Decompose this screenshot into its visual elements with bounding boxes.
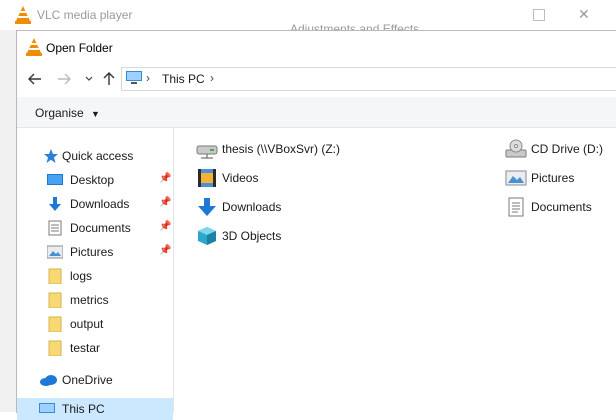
organise-label: Organise — [35, 106, 84, 120]
item-label: Pictures — [531, 171, 575, 185]
this-pc-icon — [39, 403, 55, 413]
sidebar-item-metrics[interactable]: metrics — [17, 289, 173, 311]
chevron-down-icon — [85, 76, 93, 81]
path-chevron-icon[interactable]: › — [210, 71, 214, 85]
content-pane: thesis (\\VBoxSvr) (Z:) Videos Downloads… — [174, 128, 616, 413]
star-icon — [44, 149, 58, 163]
item-label: Videos — [222, 171, 259, 185]
videos-icon — [198, 169, 216, 187]
folder-icon — [48, 316, 62, 332]
sidebar-item-this-pc[interactable]: This PC — [17, 398, 173, 420]
address-bar[interactable]: › This PC › — [121, 67, 616, 91]
navigation-pane: Quick access Desktop 📌 Downloads 📌 Docum… — [17, 128, 174, 420]
sidebar-item-documents[interactable]: Documents 📌 — [17, 217, 173, 239]
back-button[interactable] — [26, 70, 44, 88]
up-arrow-icon — [103, 72, 115, 85]
sidebar-item-label: Documents — [70, 221, 131, 235]
command-bar: Organise ▼ — [17, 97, 616, 128]
cloud-icon — [40, 375, 57, 386]
forward-arrow-icon — [58, 73, 71, 85]
dialog-title: Open Folder — [46, 41, 113, 55]
item-label: 3D Objects — [222, 229, 282, 243]
sidebar-item-label: metrics — [70, 293, 109, 307]
downloads-icon — [49, 197, 61, 211]
onedrive-label: OneDrive — [62, 373, 113, 387]
sidebar-item-testar[interactable]: testar — [17, 337, 173, 359]
maximize-button[interactable] — [533, 9, 545, 21]
sidebar-item-label: Downloads — [70, 197, 130, 211]
open-folder-dialog: Open Folder › This PC › Organise ▼ Quick… — [16, 30, 616, 420]
pin-icon: 📌 — [159, 173, 172, 184]
3d-objects-icon — [198, 227, 216, 245]
pin-icon: 📌 — [159, 245, 172, 256]
sidebar-item-logs[interactable]: logs — [17, 265, 173, 287]
documents-icon — [48, 220, 62, 236]
pictures-icon — [505, 170, 527, 186]
vlc-titlebar: VLC media player Adjustments and Effects… — [0, 0, 616, 36]
pin-icon: 📌 — [159, 221, 172, 232]
sidebar-item-output[interactable]: output — [17, 313, 173, 335]
item-label: CD Drive (D:) — [531, 142, 603, 156]
up-button[interactable] — [100, 70, 118, 88]
item-label: Documents — [531, 200, 592, 214]
dropdown-arrow-icon: ▼ — [91, 109, 100, 119]
breadcrumb-chevron-icon[interactable]: › — [146, 71, 150, 85]
pin-icon: 📌 — [159, 197, 172, 208]
forward-button[interactable] — [55, 70, 73, 88]
cd-drive-icon — [505, 139, 527, 158]
sidebar-item-desktop[interactable]: Desktop 📌 — [17, 169, 173, 191]
dialog-titlebar: Open Folder — [17, 31, 616, 62]
sidebar-item-label: testar — [70, 341, 101, 355]
sidebar-item-pictures[interactable]: Pictures 📌 — [17, 241, 173, 263]
address-path[interactable]: This PC — [162, 72, 205, 86]
sidebar-item-downloads[interactable]: Downloads 📌 — [17, 193, 173, 215]
quick-access-item[interactable]: Quick access — [17, 145, 173, 167]
sidebar-item-onedrive[interactable]: OneDrive — [17, 369, 173, 391]
downloads-icon — [198, 198, 216, 216]
vlc-logo-icon — [15, 6, 31, 24]
folder-icon — [48, 268, 62, 284]
organise-button[interactable]: Organise ▼ — [35, 106, 100, 120]
item-label: thesis (\\VBoxSvr) (Z:) — [222, 142, 341, 156]
pictures-icon — [47, 245, 63, 259]
vlc-window-title: VLC media player — [37, 8, 133, 22]
close-button[interactable]: ✕ — [578, 6, 590, 23]
network-drive-icon — [196, 145, 218, 159]
sidebar-item-label: Desktop — [70, 173, 115, 187]
folder-icon — [48, 292, 62, 308]
sidebar-item-label: logs — [70, 269, 93, 283]
back-arrow-icon — [28, 73, 41, 85]
item-label: Downloads — [222, 200, 282, 214]
sidebar-item-label: output — [70, 317, 104, 331]
recent-locations-button[interactable] — [80, 70, 98, 88]
vlc-logo-icon — [26, 38, 42, 56]
documents-icon — [508, 197, 524, 217]
folder-icon — [48, 340, 62, 356]
quick-access-label: Quick access — [62, 149, 134, 163]
this-pc-icon — [126, 71, 142, 84]
this-pc-label: This PC — [62, 402, 105, 416]
sidebar-item-label: Pictures — [70, 245, 114, 259]
desktop-icon — [47, 174, 63, 185]
